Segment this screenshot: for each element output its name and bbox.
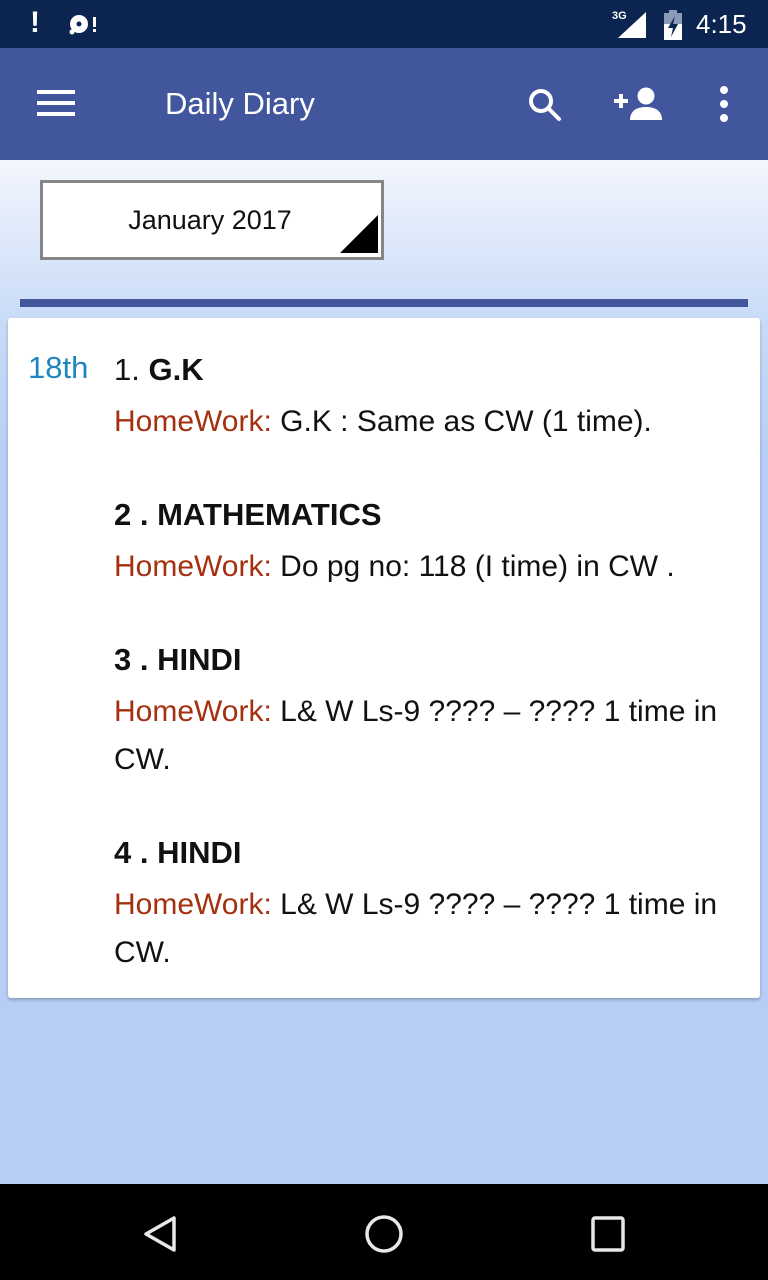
- homework-line: HomeWork: Do pg no: 118 (I time) in CW .: [114, 543, 744, 591]
- home-icon: [365, 1215, 403, 1253]
- menu-icon: [37, 90, 75, 116]
- day-label: 18th: [28, 350, 89, 385]
- homework-label: HomeWork:: [114, 405, 272, 438]
- entry-number: 3 .: [114, 642, 158, 677]
- subject-name: G.K: [148, 352, 204, 387]
- diary-card: 18th 1. G.K HomeWork: G.K : Same as CW (…: [8, 318, 760, 998]
- divider: [20, 299, 748, 307]
- battery-charging-icon: [664, 10, 682, 40]
- disc-alert-icon: [69, 15, 96, 35]
- diary-entry: 1. G.K HomeWork: G.K : Same as CW (1 tim…: [114, 350, 744, 446]
- clock: 4:15: [696, 9, 747, 39]
- home-button[interactable]: [362, 1212, 406, 1256]
- entry-number: 1.: [114, 352, 149, 387]
- month-dropdown[interactable]: January 2017: [40, 180, 384, 260]
- status-bar: ! 3G 4:15: [0, 0, 768, 48]
- homework-label: HomeWork:: [114, 550, 272, 583]
- signal-icon: [618, 12, 646, 38]
- back-button[interactable]: [138, 1212, 182, 1256]
- diary-entries: 1. G.K HomeWork: G.K : Same as CW (1 tim…: [114, 350, 744, 1026]
- add-user-icon: [614, 87, 662, 120]
- diary-entry: 2 . MATHEMATICS HomeWork: Do pg no: 118 …: [114, 495, 744, 591]
- subject-heading: 3 . HINDI: [114, 640, 744, 680]
- dropdown-arrow-icon: [340, 215, 378, 253]
- back-icon: [144, 1216, 176, 1252]
- homework-line: HomeWork: L& W Ls-9 ???? – ???? 1 time i…: [114, 688, 744, 784]
- search-button[interactable]: [520, 80, 568, 128]
- content-area: January 2017 18th 1. G.K HomeWork: G.K :…: [0, 160, 768, 1184]
- recents-button[interactable]: [586, 1212, 630, 1256]
- homework-line: HomeWork: L& W Ls-9 ???? – ???? 1 time i…: [114, 881, 744, 977]
- homework-text: Do pg no: 118 (I time) in CW .: [271, 550, 675, 583]
- month-dropdown-value: January 2017: [128, 205, 292, 235]
- subject-name: MATHEMATICS: [157, 497, 382, 532]
- subject-name: HINDI: [157, 642, 242, 677]
- entry-number: 2 .: [114, 497, 158, 532]
- homework-text: G.K : Same as CW (1 time).: [271, 405, 652, 438]
- more-options-button[interactable]: [708, 80, 740, 128]
- subject-heading: 1. G.K: [114, 350, 744, 390]
- menu-button[interactable]: [30, 84, 82, 124]
- subject-heading: 2 . MATHEMATICS: [114, 495, 744, 535]
- homework-label: HomeWork:: [114, 695, 272, 728]
- alert-icon: !: [30, 6, 40, 39]
- entry-number: 4 .: [114, 835, 158, 870]
- page-title: Daily Diary: [165, 86, 315, 121]
- diary-entry: 4 . HINDI HomeWork: L& W Ls-9 ???? – ???…: [114, 833, 744, 977]
- subject-name: HINDI: [157, 835, 242, 870]
- homework-label: HomeWork:: [114, 888, 272, 921]
- navigation-bar: [0, 1184, 768, 1280]
- diary-entry: 3 . HINDI HomeWork: L& W Ls-9 ???? – ???…: [114, 640, 744, 784]
- more-vert-icon: [720, 86, 728, 122]
- homework-line: HomeWork: G.K : Same as CW (1 time).: [114, 398, 744, 446]
- add-user-button[interactable]: [608, 80, 670, 128]
- app-bar: Daily Diary: [0, 48, 768, 160]
- subject-heading: 4 . HINDI: [114, 833, 744, 873]
- search-icon: [529, 89, 561, 121]
- recents-icon: [591, 1216, 625, 1252]
